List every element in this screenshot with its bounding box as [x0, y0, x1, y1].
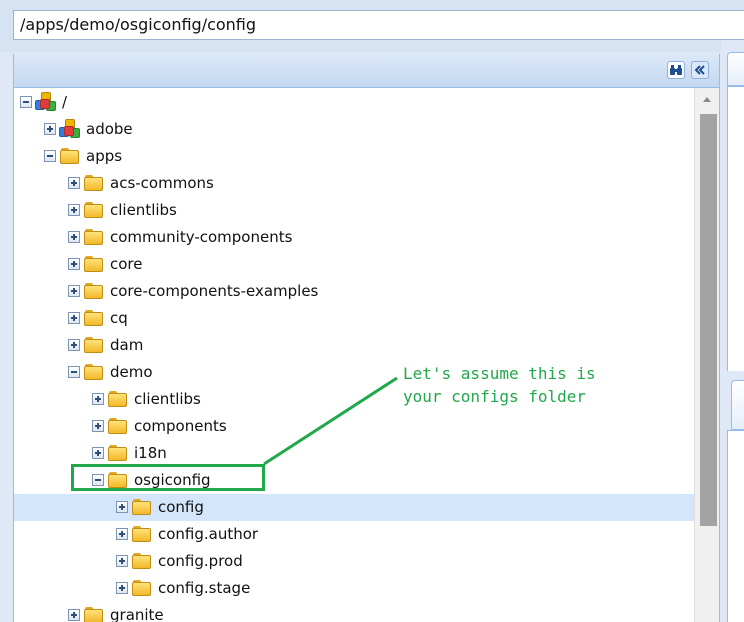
expand-plus-icon[interactable] [92, 420, 104, 432]
expand-plus-icon[interactable] [68, 258, 80, 270]
folder-icon [84, 255, 104, 273]
tree-node-label: dam [110, 336, 144, 354]
tree-node-label: cq [110, 309, 128, 327]
folder-icon [132, 579, 152, 597]
folder-icon [84, 174, 104, 192]
tree-node-label: config [158, 498, 204, 516]
tree-vertical-scrollbar[interactable] [694, 88, 719, 622]
editor-area [727, 86, 744, 371]
tree-node-label: config.author [158, 525, 259, 543]
folder-icon [84, 282, 104, 300]
folder-icon [84, 336, 104, 354]
tree-node-label: config.prod [158, 552, 243, 570]
folder-icon [132, 525, 152, 543]
expand-plus-icon[interactable] [68, 177, 80, 189]
tree-node-label: i18n [134, 444, 167, 462]
collapse-minus-icon[interactable] [68, 366, 80, 378]
tree-node[interactable]: core [14, 251, 694, 278]
tree-node[interactable]: clientlibs [14, 197, 694, 224]
repository-icon [35, 92, 57, 112]
editor-tab[interactable] [727, 52, 744, 86]
expand-plus-icon[interactable] [44, 123, 56, 135]
expand-plus-icon[interactable] [116, 528, 128, 540]
repository-tree-panel: granite config.stage config.prod config.aut… [13, 54, 720, 622]
annotation-text: Let's assume this is your configs folder [403, 364, 596, 406]
tree-node[interactable]: config.author [14, 521, 694, 548]
tree-node[interactable]: cq [14, 305, 694, 332]
expand-plus-icon[interactable] [68, 231, 80, 243]
tree-node-label: clientlibs [134, 390, 201, 408]
tree-node-label: granite [110, 606, 164, 622]
folder-icon [108, 444, 128, 462]
folder-icon [60, 147, 80, 165]
folder-icon [108, 390, 128, 408]
properties-tab[interactable] [731, 380, 744, 430]
tree-node-label: acs-commons [110, 174, 214, 192]
scroll-up-arrow-icon[interactable] [703, 97, 711, 102]
expand-plus-icon[interactable] [92, 447, 104, 459]
expand-plus-icon[interactable] [68, 339, 80, 351]
tree-node-label: demo [110, 363, 153, 381]
tree-node[interactable]: i18n [14, 440, 694, 467]
tree-node-label: apps [86, 147, 123, 165]
expand-plus-icon[interactable] [68, 312, 80, 324]
folder-icon [84, 309, 104, 327]
folder-icon [132, 498, 152, 516]
tree-node[interactable]: dam [14, 332, 694, 359]
folder-icon [84, 606, 104, 622]
tree-node[interactable]: community-components [14, 224, 694, 251]
annotation-highlight-box [71, 464, 265, 491]
tree-node[interactable]: acs-commons [14, 170, 694, 197]
tree-node-label: core [110, 255, 143, 273]
folder-icon [132, 552, 152, 570]
expand-plus-icon[interactable] [68, 285, 80, 297]
tree-node[interactable]: granite [14, 602, 694, 622]
tree-panel-header [14, 54, 719, 88]
tree-node[interactable]: config.stage [14, 575, 694, 602]
tree-node[interactable]: core-components-examples [14, 278, 694, 305]
expand-plus-icon[interactable] [116, 501, 128, 513]
right-editor-panel [721, 40, 744, 622]
crxde-window: /apps/demo/osgiconfig/config granite con… [0, 0, 744, 622]
scrollbar-thumb[interactable] [700, 114, 717, 526]
tree-node-label: components [134, 417, 227, 435]
tree-node-label: adobe [86, 120, 133, 138]
repository-tree: granite config.stage config.prod config.aut… [14, 88, 719, 622]
tree-node-label: community-components [110, 228, 293, 246]
tree-node-label: / [62, 93, 68, 111]
tree-node[interactable]: components [14, 413, 694, 440]
folder-icon [84, 363, 104, 381]
address-bar-area: /apps/demo/osgiconfig/config [0, 0, 744, 52]
folder-icon [84, 228, 104, 246]
tree-node-label: config.stage [158, 579, 251, 597]
tree-node[interactable]: config [14, 494, 694, 521]
path-address-field[interactable]: /apps/demo/osgiconfig/config [13, 10, 744, 40]
tree-node[interactable]: config.prod [14, 548, 694, 575]
collapse-minus-icon[interactable] [20, 96, 32, 108]
expand-plus-icon[interactable] [116, 555, 128, 567]
expand-plus-icon[interactable] [68, 609, 80, 621]
double-chevron-left-icon[interactable] [691, 61, 709, 79]
tree-node-label: core-components-examples [110, 282, 319, 300]
repository-icon [59, 119, 81, 139]
collapse-minus-icon[interactable] [44, 150, 56, 162]
expand-plus-icon[interactable] [92, 393, 104, 405]
expand-plus-icon[interactable] [116, 582, 128, 594]
properties-area [727, 430, 744, 622]
tree-node[interactable]: apps [14, 143, 694, 170]
folder-icon [108, 417, 128, 435]
tree-node[interactable]: adobe [14, 116, 694, 143]
binoculars-icon[interactable] [667, 61, 685, 79]
tree-node-label: clientlibs [110, 201, 177, 219]
folder-icon [84, 201, 104, 219]
expand-plus-icon[interactable] [68, 204, 80, 216]
tree-node[interactable]: / [14, 89, 694, 116]
